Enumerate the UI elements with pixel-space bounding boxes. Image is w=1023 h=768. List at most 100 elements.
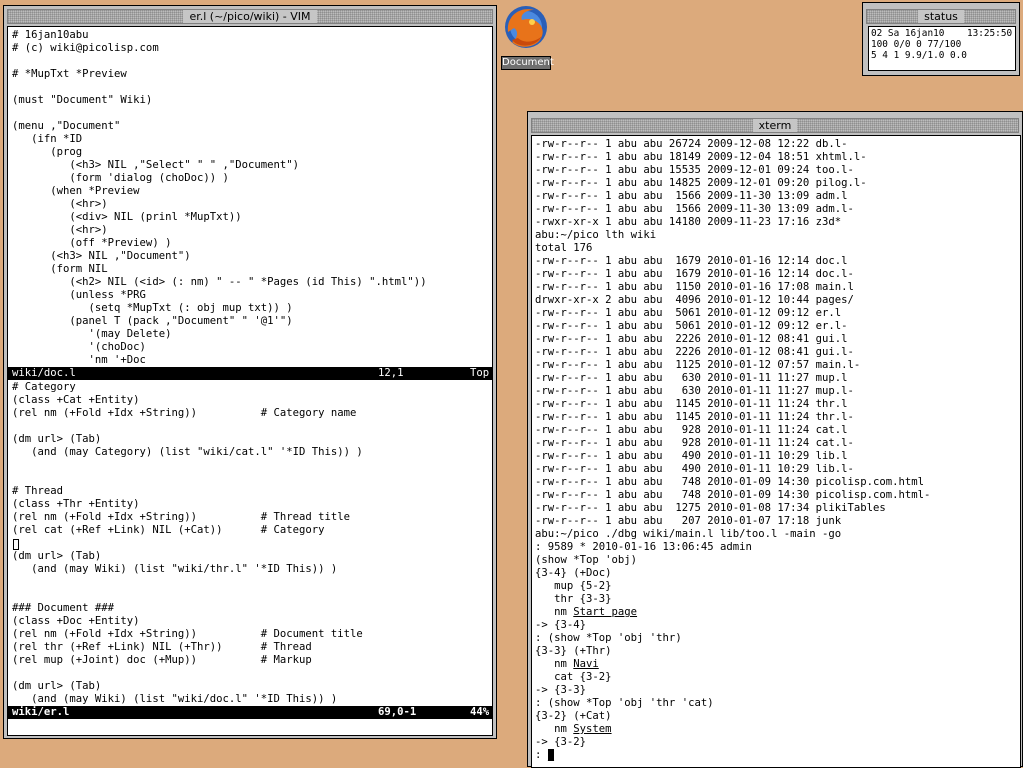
code-line: (<hr>)	[12, 224, 108, 236]
terminal-line: -rw-r--r-- 1 abu abu 1145 2010-01-11 11:…	[535, 398, 848, 410]
xterm-nm-line-1: nm Start page	[535, 606, 638, 618]
xterm-titlebar[interactable]: xterm	[531, 118, 1019, 133]
status-titlebar[interactable]: status	[866, 9, 1016, 24]
terminal-line: -> {3-2}	[535, 736, 587, 748]
code-line: (rel cat (+Ref +Link) NIL (+Cat)) # Cate…	[12, 524, 325, 536]
code-line: (rel nm (+Fold +Idx +String)) # Document…	[12, 628, 363, 640]
terminal-line: -rw-r--r-- 1 abu abu 1679 2010-01-16 12:…	[535, 268, 854, 280]
code-line: (form NIL	[12, 263, 108, 275]
code-line: (and (may Wiki) (list "wiki/doc.l" '*ID …	[12, 693, 338, 705]
desktop-icon-document[interactable]: Document	[500, 0, 554, 72]
terminal-line: drwxr-xr-x 2 abu abu 4096 2010-01-12 10:…	[535, 294, 854, 306]
code-line: (must "Document" Wiki)	[12, 94, 153, 106]
code-line: (dm url> (Tab)	[12, 550, 102, 562]
status-line-1: 02 Sa 16jan10 13:25:50	[871, 28, 1013, 39]
vim-editor[interactable]: # 16jan10abu # (c) wiki@picolisp.com # *M…	[7, 26, 493, 736]
code-line: (<h3> NIL ,"Select" " " ,"Document")	[12, 159, 300, 171]
vim-titlebar[interactable]: er.l (~/pico/wiki) - VIM	[7, 9, 493, 24]
status-title: status	[918, 10, 964, 23]
code-line: (and (may Wiki) (list "wiki/thr.l" '*ID …	[12, 563, 338, 575]
xterm-output-2: mup {5-2} thr {3-3}	[535, 580, 612, 606]
nm-value-navi: Navi	[573, 658, 599, 670]
code-line: (rel thr (+Ref +Link) NIL (+Thr)) # Thre…	[12, 641, 312, 653]
code-line: # 16jan10abu	[12, 29, 89, 41]
code-line: (<h3> NIL ,"Document")	[12, 250, 191, 262]
code-line: (dm url> (Tab)	[12, 680, 102, 692]
terminal-line: {3-2} (+Cat)	[535, 710, 612, 722]
vim-bottom-status-scroll: 44%	[470, 706, 490, 718]
terminal-line: -rw-r--r-- 1 abu abu 490 2010-01-11 10:2…	[535, 450, 848, 462]
vim-top-status-pos: 12,1	[378, 367, 404, 379]
desktop-icon-label: Document	[501, 56, 554, 70]
terminal-line: {3-4} (+Doc)	[535, 567, 612, 579]
terminal-line: -rw-r--r-- 1 abu abu 5061 2010-01-12 09:…	[535, 320, 848, 332]
vim-bottom-statusline: wiki/er.l 69,0-1 44%	[8, 706, 492, 719]
code-line: (<div> NIL (prinl *MupTxt))	[12, 211, 242, 223]
code-line: (<hr>)	[12, 198, 108, 210]
terminal-line: -> {3-4}	[535, 619, 587, 631]
nm-value-start-page: Start page	[573, 606, 638, 618]
xterm-output-5: -> {3-2}	[535, 736, 586, 749]
terminal-line: total 176	[535, 242, 593, 254]
terminal-line: -rw-r--r-- 1 abu abu 1145 2010-01-11 11:…	[535, 411, 854, 423]
terminal-line: thr {3-3}	[535, 593, 612, 605]
xterm-nm-line-2: nm Navi	[535, 658, 599, 670]
code-line: (and (may Category) (list "wiki/cat.l" '…	[12, 446, 363, 458]
xterm-window[interactable]: xterm -rw-r--r-- 1 abu abu 26724 2009-12…	[527, 111, 1023, 768]
terminal-line: -rw-r--r-- 1 abu abu 207 2010-01-07 17:1…	[535, 515, 842, 527]
terminal-line: -rw-r--r-- 1 abu abu 748 2010-01-09 14:3…	[535, 476, 925, 488]
firefox-icon	[505, 6, 547, 48]
terminal-line: -> {3-3}	[535, 684, 587, 696]
code-line: # Thread	[12, 485, 64, 497]
code-line: (panel T (pack ,"Document" " '@1'")	[12, 315, 293, 327]
terminal-line: -rw-r--r-- 1 abu abu 2226 2010-01-12 08:…	[535, 346, 854, 358]
vim-bottom-buffer-rest[interactable]: (dm url> (Tab) (and (may Wiki) (list "wi…	[12, 550, 363, 706]
code-line: (rel nm (+Fold +Idx +String)) # Category…	[12, 407, 357, 419]
code-line: # (c) wiki@picolisp.com	[12, 42, 159, 54]
code-line: (ifn *ID	[12, 133, 83, 145]
xterm-terminal[interactable]: -rw-r--r-- 1 abu abu 26724 2009-12-08 12…	[531, 135, 1021, 768]
status-line-2: 100 0/0 0 77/100	[871, 39, 962, 50]
xterm-output-4: cat {3-2} -> {3-3}: (show *Top 'obj 'thr …	[535, 671, 714, 723]
code-line: (setq *MupTxt (: obj mup txt)) )	[12, 302, 293, 314]
terminal-line: -rw-r--r-- 1 abu abu 748 2010-01-09 14:3…	[535, 489, 931, 501]
vim-bottom-buffer[interactable]: # Category (class +Cat +Entity) (rel nm (+…	[12, 381, 363, 537]
xterm-prompt-line[interactable]: : _	[535, 749, 555, 762]
vim-top-status-file: wiki/doc.l	[12, 367, 76, 379]
status-content: 02 Sa 16jan10 13:25:50 100 0/0 0 77/100 …	[868, 26, 1016, 71]
terminal-line: -rw-r--r-- 1 abu abu 1125 2010-01-12 07:…	[535, 359, 861, 371]
code-line: # *MupTxt *Preview	[12, 68, 127, 80]
vim-top-statusline: wiki/doc.l 12,1 Top	[8, 367, 492, 380]
terminal-line: -rw-r--r-- 1 abu abu 630 2010-01-11 11:2…	[535, 372, 848, 384]
code-line: (class +Cat +Entity)	[12, 394, 140, 406]
terminal-line: abu:~/pico lth wiki	[535, 229, 657, 241]
status-window[interactable]: status 02 Sa 16jan10 13:25:50 100 0/0 0 …	[862, 2, 1020, 76]
code-line: (rel mup (+Joint) doc (+Mup)) # Markup	[12, 654, 312, 666]
terminal-line: -rw-r--r-- 1 abu abu 1566 2009-11-30 13:…	[535, 190, 848, 202]
xterm-nm-line-3: nm System	[535, 723, 612, 735]
terminal-line: cat {3-2}	[535, 671, 612, 683]
vim-window[interactable]: er.l (~/pico/wiki) - VIM # 16jan10abu # (…	[3, 5, 497, 739]
code-line: (prog	[12, 146, 83, 158]
status-line-3: 5 4 1 9.9/1.0 0.0	[871, 50, 967, 61]
code-line: (dm url> (Tab)	[12, 433, 102, 445]
xterm-cursor: _	[547, 749, 555, 761]
vim-top-buffer[interactable]: # 16jan10abu # (c) wiki@picolisp.com # *M…	[12, 29, 427, 367]
code-line: ### Document ###	[12, 602, 115, 614]
code-line: 'nm '+Doc	[12, 354, 146, 366]
vim-bottom-status-file: wiki/er.l	[12, 706, 70, 718]
terminal-line: : 9589 * 2010-01-16 13:06:45 admin	[535, 541, 752, 553]
vim-title: er.l (~/pico/wiki) - VIM	[183, 10, 317, 23]
terminal-line: -rw-r--r-- 1 abu abu 14825 2009-12-01 09…	[535, 177, 867, 189]
code-line: (when *Preview	[12, 185, 140, 197]
terminal-line: -rw-r--r-- 1 abu abu 15535 2009-12-01 09…	[535, 164, 854, 176]
code-line: (form 'dialog (choDoc)) )	[12, 172, 229, 184]
xterm-output-3: -> {3-4}: (show *Top 'obj 'thr) {3-3} (+T…	[535, 619, 682, 658]
